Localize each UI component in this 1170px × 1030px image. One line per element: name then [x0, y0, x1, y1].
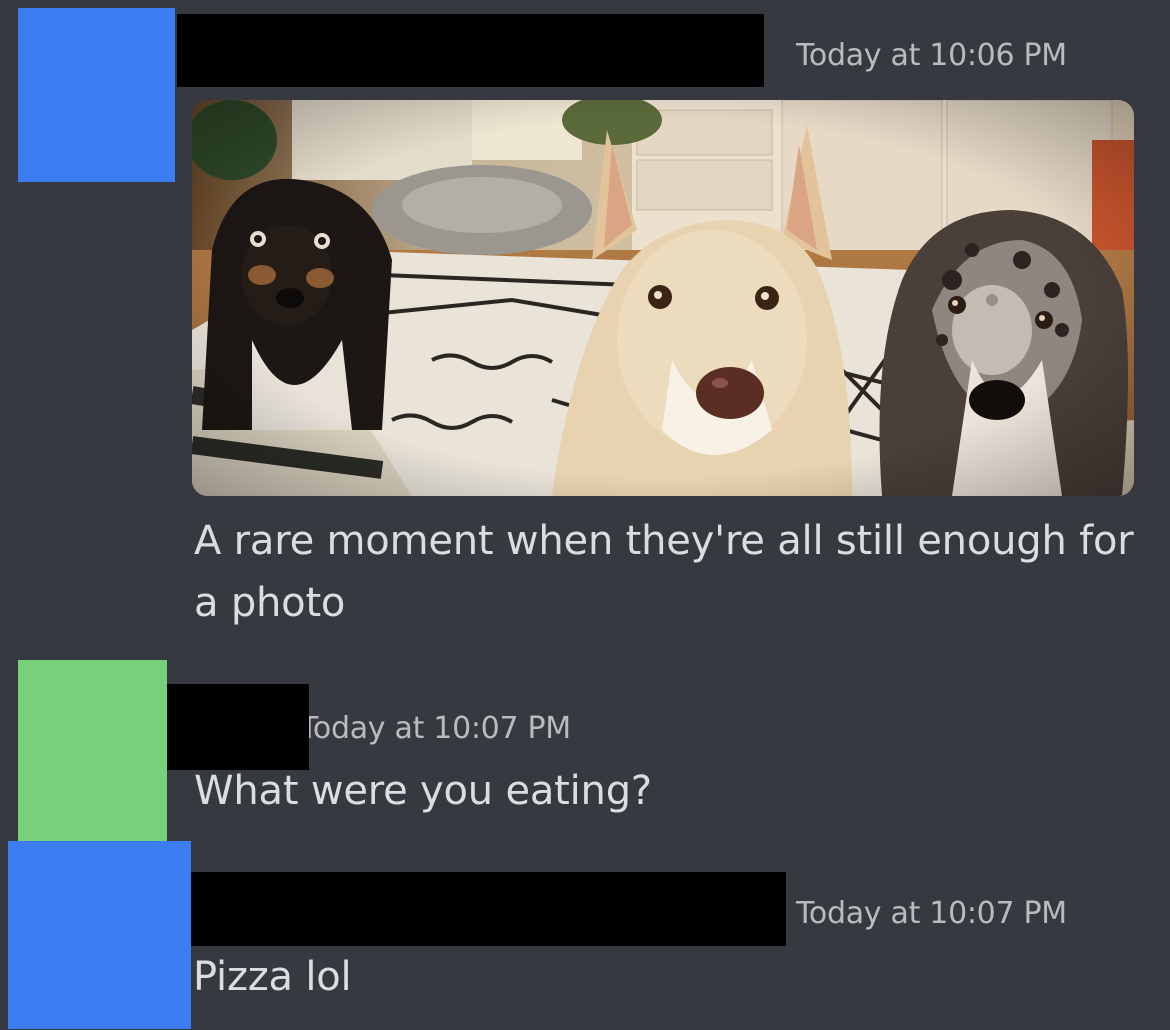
message-text: What were you eating? — [194, 768, 652, 814]
dog-photo-image — [192, 100, 1134, 496]
message-text: Pizza lol — [193, 954, 352, 1000]
message-timestamp: Today at 10:06 PM — [796, 38, 1067, 73]
redacted-username[interactable] — [167, 684, 309, 770]
user-avatar[interactable] — [8, 841, 191, 1029]
image-attachment[interactable] — [192, 100, 1134, 496]
redacted-username[interactable] — [191, 872, 786, 946]
message-group-1: Today at 10:06 PM A rare moment when the… — [0, 0, 1170, 640]
message-group-3: Today at 10:07 PM Pizza lol — [0, 840, 1170, 1030]
user-avatar[interactable] — [18, 8, 175, 182]
message-timestamp: Today at 10:07 PM — [796, 896, 1067, 931]
message-text: A rare moment when they're all still eno… — [194, 518, 1134, 626]
redacted-username[interactable] — [177, 14, 764, 87]
message-group-2: Today at 10:07 PM What were you eating? — [0, 650, 1170, 842]
message-timestamp: Today at 10:07 PM — [300, 711, 571, 746]
user-avatar[interactable] — [18, 660, 167, 842]
